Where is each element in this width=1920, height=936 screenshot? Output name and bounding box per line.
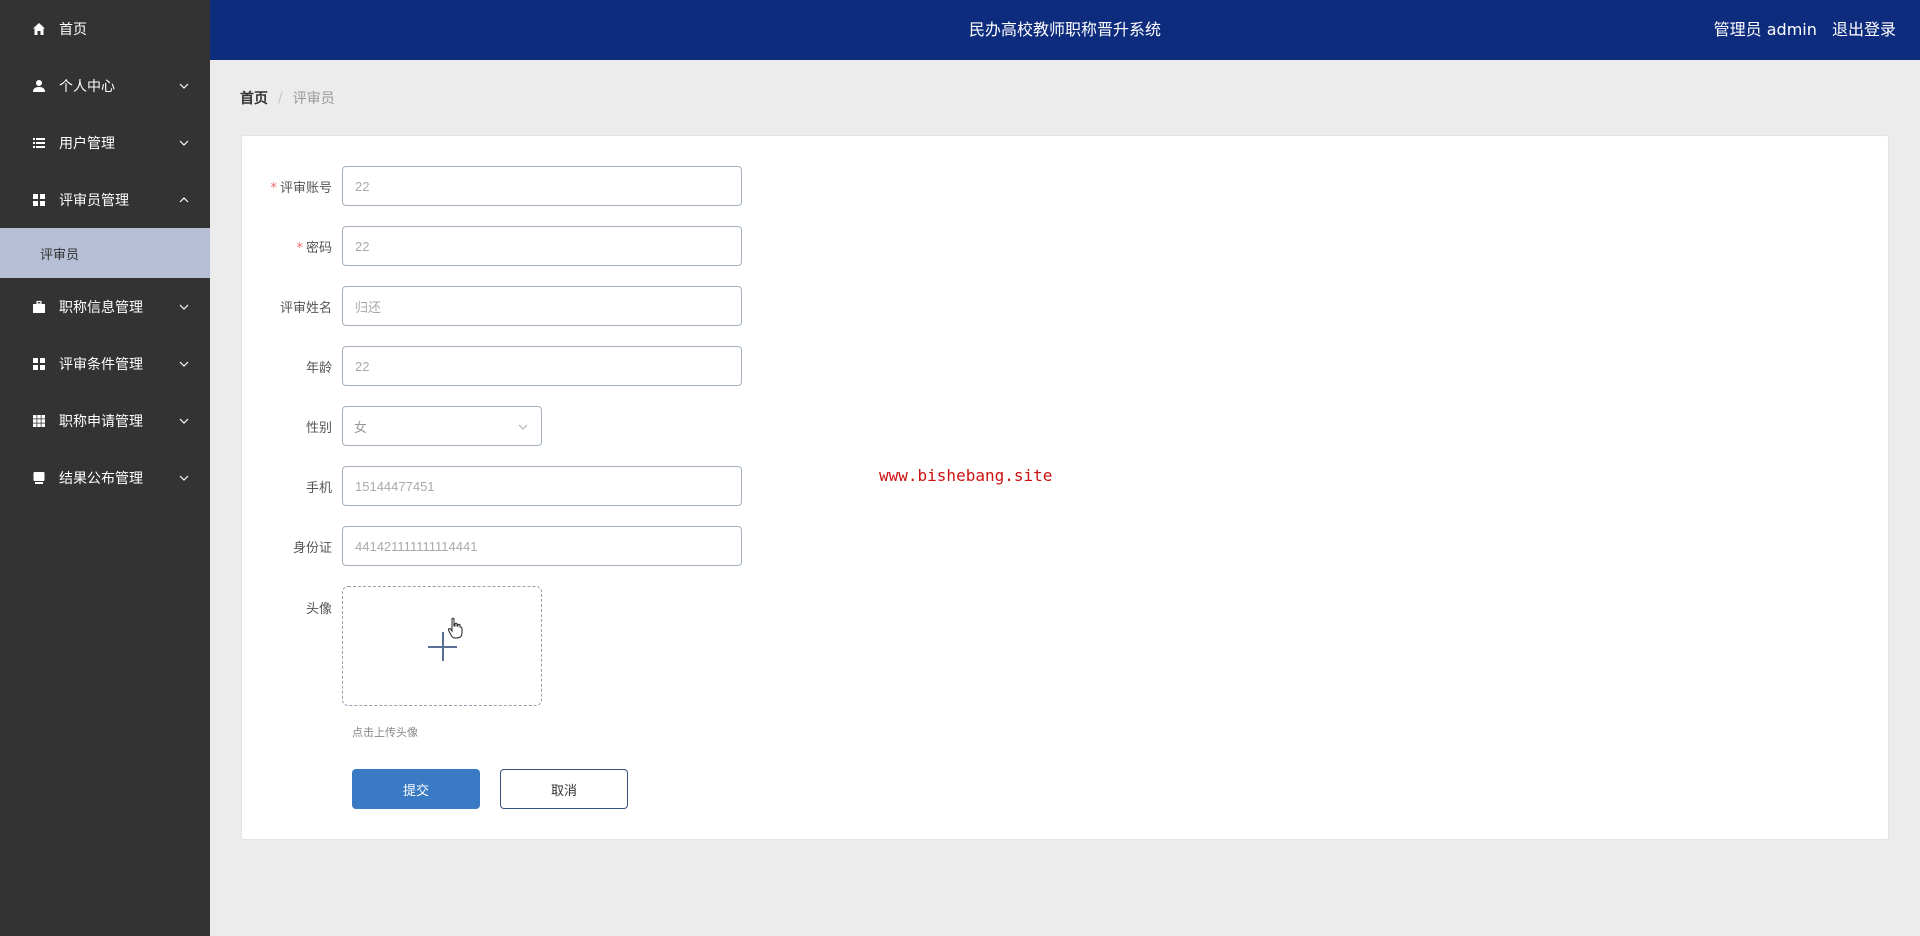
sidebar-item-title-application-management[interactable]: 职称申请管理 <box>0 392 210 449</box>
required-mark: * <box>296 240 303 256</box>
sidebar-item-label: 用户管理 <box>59 135 115 152</box>
form-row-name: 评审姓名 <box>242 286 742 326</box>
grid-icon <box>31 356 47 372</box>
password-label: * 密码 <box>296 240 332 256</box>
logout-link[interactable]: 退出登录 <box>1832 20 1896 39</box>
sidebar-item-label: 职称信息管理 <box>59 299 143 316</box>
password-input[interactable] <box>342 226 742 266</box>
gender-label: 性别 <box>305 420 332 436</box>
account-label: * 评审账号 <box>270 180 332 196</box>
sidebar-item-label: 评审条件管理 <box>59 356 143 373</box>
account-input[interactable] <box>342 166 742 206</box>
cancel-button[interactable]: 取消 <box>500 769 628 809</box>
system-title: 民办高校教师职称晋升系统 <box>968 20 1161 39</box>
phone-label: 手机 <box>305 480 332 496</box>
chevron-up-icon <box>179 196 189 202</box>
avatar-label: 头像 <box>305 602 332 617</box>
user-info: 管理员 admin 退出登录 <box>1704 0 1896 60</box>
reviewer-form-card: *评审账号 *密码 评审姓名 年龄 性别 女 手机 身份证 头像 点 <box>241 135 1889 840</box>
chevron-down-icon <box>179 418 189 424</box>
form-row-account: * 评审账号 <box>242 166 742 206</box>
form-row-id-card: 身份证 <box>242 526 742 566</box>
breadcrumb-home[interactable]: 首页 <box>240 88 268 108</box>
form-row-password: * 密码 <box>242 226 742 266</box>
age-label: 年龄 <box>305 360 332 376</box>
home-icon <box>31 21 47 37</box>
chevron-down-icon <box>179 475 189 481</box>
name-label: 评审姓名 <box>279 300 332 316</box>
current-user-label: 管理员 admin <box>1713 20 1817 39</box>
age-input[interactable] <box>342 346 742 386</box>
chevron-down-icon <box>179 304 189 310</box>
top-header: 民办高校教师职称晋升系统 管理员 admin 退出登录 <box>210 0 1920 60</box>
sidebar-item-title-info-management[interactable]: 职称信息管理 <box>0 278 210 335</box>
sidebar-item-label: 首页 <box>59 21 87 38</box>
form-row-gender: 性别 女 <box>242 406 542 446</box>
user-icon <box>31 78 47 94</box>
grid-icon <box>31 192 47 208</box>
submit-button[interactable]: 提交 <box>352 769 480 809</box>
sidebar-item-user-management[interactable]: 用户管理 <box>0 114 210 171</box>
required-mark: * <box>270 180 277 196</box>
sidebar-item-reviewer-management[interactable]: 评审员管理 <box>0 171 210 228</box>
chevron-down-icon <box>179 83 189 89</box>
sidebar: 首页 个人中心 用户管理 评审员管理 评审员 职称信息管理 评审条件管理 职称申… <box>0 0 210 936</box>
chevron-down-icon <box>518 424 528 430</box>
form-row-age: 年龄 <box>242 346 742 386</box>
breadcrumb-separator: / <box>278 90 283 106</box>
sidebar-item-home[interactable]: 首页 <box>0 0 210 57</box>
form-row-avatar: 头像 <box>242 586 542 706</box>
chevron-down-icon <box>179 361 189 367</box>
sidebar-item-result-publication-management[interactable]: 结果公布管理 <box>0 449 210 506</box>
phone-input[interactable] <box>342 466 742 506</box>
sidebar-item-label: 评审员管理 <box>59 192 129 209</box>
sidebar-item-label: 结果公布管理 <box>59 470 143 487</box>
id-card-label: 身份证 <box>292 540 332 556</box>
sidebar-item-label: 职称申请管理 <box>59 413 143 430</box>
avatar-upload[interactable] <box>342 586 542 706</box>
gender-select[interactable]: 女 <box>342 406 542 446</box>
table-icon <box>31 413 47 429</box>
watermark-text: www.bishebang.site <box>879 466 1053 485</box>
hand-pointer-icon <box>447 617 463 639</box>
name-input[interactable] <box>342 286 742 326</box>
monitor-icon <box>31 470 47 486</box>
sidebar-item-personal-center[interactable]: 个人中心 <box>0 57 210 114</box>
sidebar-item-label: 个人中心 <box>59 78 115 95</box>
sidebar-item-review-condition-management[interactable]: 评审条件管理 <box>0 335 210 392</box>
breadcrumb: 首页 / 评审员 <box>240 88 335 108</box>
sidebar-subitem-reviewer[interactable]: 评审员 <box>0 228 210 278</box>
sidebar-subitem-label: 评审员 <box>40 247 80 263</box>
chevron-down-icon <box>179 140 189 146</box>
id-card-input[interactable] <box>342 526 742 566</box>
gender-selected-value: 女 <box>354 420 368 436</box>
briefcase-icon <box>31 299 47 315</box>
plus-icon-horizontal <box>428 646 457 648</box>
avatar-upload-tip: 点击上传头像 <box>352 726 418 739</box>
list-icon <box>31 135 47 151</box>
breadcrumb-current: 评审员 <box>292 91 335 107</box>
form-row-phone: 手机 <box>242 466 742 506</box>
